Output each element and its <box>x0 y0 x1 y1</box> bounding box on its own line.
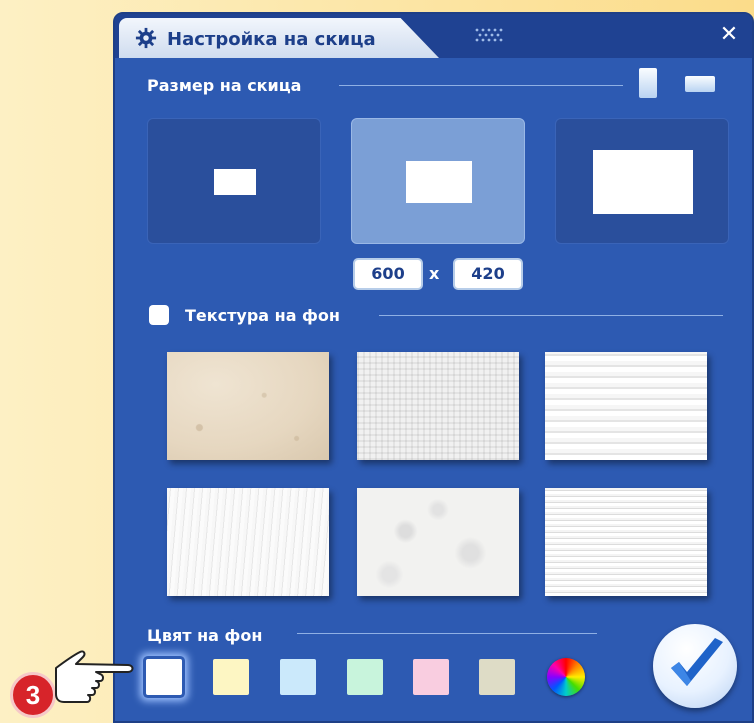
landscape-orientation-button[interactable] <box>685 76 715 92</box>
title-tab: Настройка на скица <box>119 18 439 58</box>
width-input[interactable]: 600 <box>353 258 423 290</box>
small-size-preview <box>214 169 256 195</box>
title-bar[interactable]: Настройка на скица ✕ <box>115 14 752 58</box>
size-preset-medium[interactable] <box>351 118 525 244</box>
checkmark-icon <box>671 638 723 686</box>
large-size-preview <box>593 150 693 214</box>
sketch-size-label: Размер на скица <box>147 76 302 95</box>
sketch-settings-dialog: Настройка на скица ✕ Размер на скица 600… <box>113 12 754 723</box>
size-preset-large[interactable] <box>555 118 729 244</box>
color-swatch-white[interactable] <box>146 659 182 695</box>
dialog-title: Настройка на скица <box>167 29 376 50</box>
drag-grip-icon[interactable] <box>471 26 511 44</box>
color-swatch-yellow[interactable] <box>213 659 249 695</box>
color-swatch-green[interactable] <box>347 659 383 695</box>
dimension-separator: x <box>429 264 440 283</box>
pointer-hand-icon <box>55 650 134 703</box>
texture-horizontal-stripes[interactable] <box>545 352 707 460</box>
close-icon[interactable]: ✕ <box>716 22 742 48</box>
color-divider <box>297 633 597 634</box>
size-preset-small[interactable] <box>147 118 321 244</box>
texture-checkbox[interactable] <box>149 305 169 325</box>
texture-crumpled-paper[interactable] <box>357 488 519 596</box>
color-swatch-blue[interactable] <box>280 659 316 695</box>
background-color-label: Цвят на фон <box>147 626 263 645</box>
texture-paper-stained[interactable] <box>167 352 329 460</box>
texture-divider <box>379 315 723 316</box>
texture-canvas-weave[interactable] <box>357 352 519 460</box>
texture-fibrous-paper[interactable] <box>167 488 329 596</box>
sketch-size-divider <box>339 85 623 86</box>
texture-fine-lines[interactable] <box>545 488 707 596</box>
background-texture-label: Текстура на фон <box>185 306 340 325</box>
height-input[interactable]: 420 <box>453 258 523 290</box>
medium-size-preview <box>406 161 472 203</box>
color-swatch-beige[interactable] <box>479 659 515 695</box>
color-wheel-icon[interactable] <box>547 658 585 696</box>
gear-icon <box>135 27 157 49</box>
portrait-orientation-button[interactable] <box>639 68 657 98</box>
color-swatch-pink[interactable] <box>413 659 449 695</box>
ok-button[interactable] <box>653 624 737 708</box>
